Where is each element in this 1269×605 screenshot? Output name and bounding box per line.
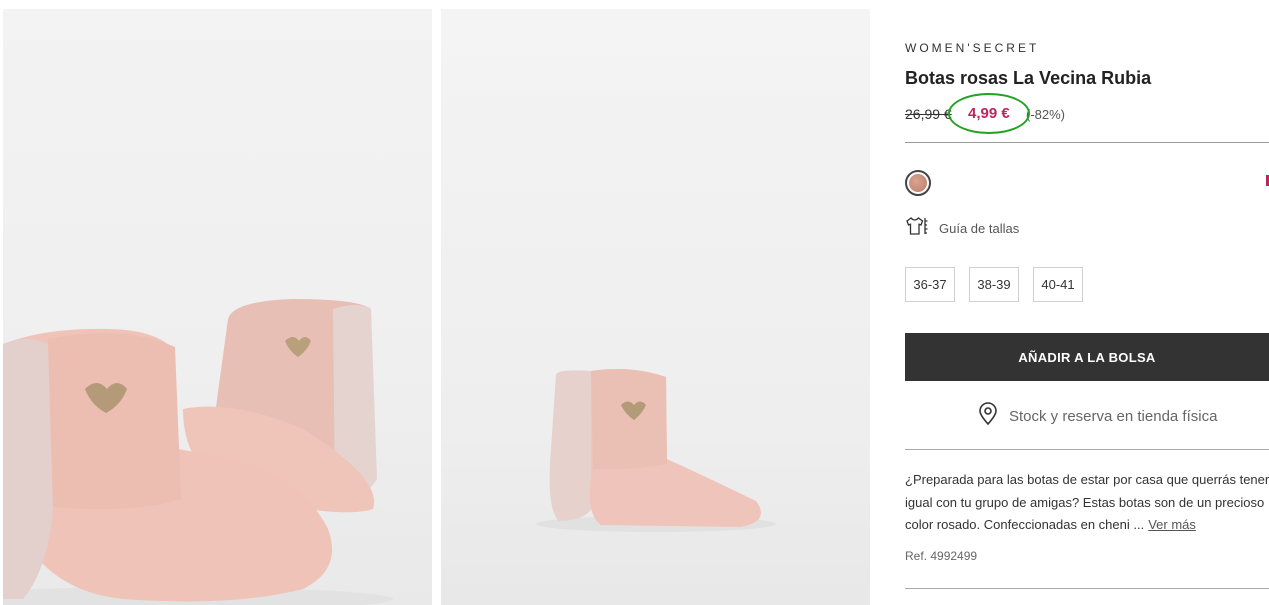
price-highlight-circle bbox=[948, 93, 1030, 134]
size-guide-link[interactable]: Guía de tallas bbox=[905, 216, 1019, 240]
product-description: ¿Preparada para las botas de estar por c… bbox=[905, 469, 1269, 537]
shirt-ruler-icon bbox=[905, 216, 929, 241]
product-reference: Ref. 4992499 bbox=[905, 549, 978, 563]
description-line: color rosado. Confeccionadas en cheni ..… bbox=[905, 517, 1145, 532]
product-image-1[interactable] bbox=[3, 9, 432, 605]
description-line: igual con tu grupo de amigas? Estas bota… bbox=[905, 494, 1265, 510]
add-to-bag-button[interactable]: AÑADIR A LA BOLSA bbox=[905, 333, 1269, 381]
location-pin-icon bbox=[977, 402, 999, 431]
color-swatch-fill bbox=[909, 174, 927, 192]
color-swatch[interactable] bbox=[905, 170, 931, 196]
pink-boot-single-photo bbox=[536, 369, 776, 532]
size-option-38-39[interactable]: 38-39 bbox=[969, 267, 1019, 302]
pink-boots-pair-photo bbox=[3, 299, 393, 605]
size-option-40-41[interactable]: 40-41 bbox=[1033, 267, 1083, 302]
price-row: 26,99 € 4,99 € (-82%) bbox=[905, 93, 1105, 134]
product-details-panel: WOMEN'SECRET Botas rosas La Vecina Rubia… bbox=[905, 0, 1269, 605]
description-line: ¿Preparada para las botas de estar por c… bbox=[905, 472, 1269, 487]
size-options: 36-37 38-39 40-41 bbox=[905, 267, 1083, 302]
description-line-last: color rosado. Confeccionadas en cheni ..… bbox=[905, 514, 1269, 537]
brand-name: WOMEN'SECRET bbox=[905, 41, 1040, 55]
product-title: Botas rosas La Vecina Rubia bbox=[905, 68, 1152, 88]
store-stock-link[interactable]: Stock y reserva en tienda física bbox=[977, 402, 1217, 431]
old-price: 26,99 € bbox=[905, 106, 952, 122]
discount-badge: (-82%) bbox=[1026, 107, 1066, 122]
divider bbox=[905, 588, 1269, 589]
size-guide-label: Guía de tallas bbox=[939, 220, 1020, 236]
see-more-link[interactable]: Ver más bbox=[1148, 517, 1196, 532]
divider bbox=[905, 449, 1269, 450]
product-image-2[interactable] bbox=[441, 9, 870, 605]
size-option-36-37[interactable]: 36-37 bbox=[905, 267, 955, 302]
divider bbox=[905, 142, 1269, 143]
store-stock-label: Stock y reserva en tienda física bbox=[1009, 408, 1218, 425]
